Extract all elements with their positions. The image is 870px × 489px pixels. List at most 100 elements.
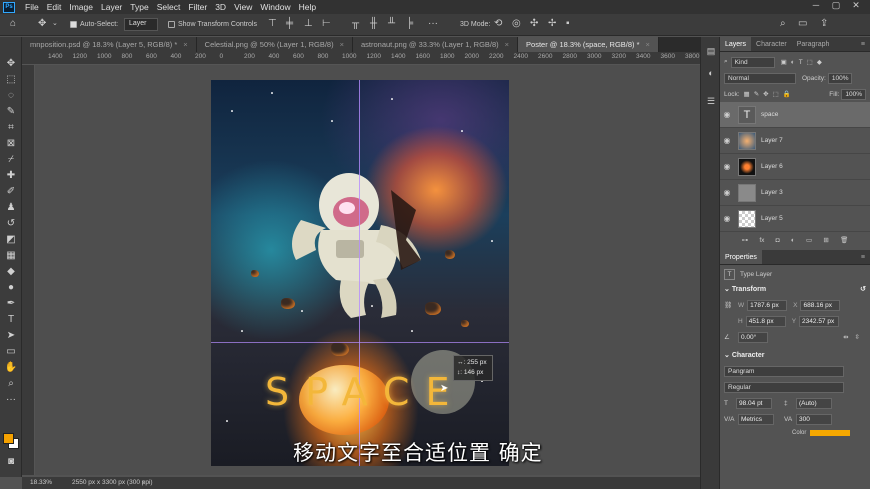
- eye-icon[interactable]: ◉: [720, 162, 734, 171]
- lasso-tool-icon[interactable]: ◌: [3, 89, 19, 103]
- chevron-down-icon[interactable]: ⌄: [52, 18, 58, 30]
- poster-document[interactable]: SPACE: [211, 80, 509, 466]
- hand-tool-icon[interactable]: ✋: [3, 361, 19, 375]
- x-field[interactable]: 688.16 px: [800, 299, 841, 311]
- layer-row-space[interactable]: ◉ T space: [720, 102, 870, 128]
- clone-stamp-tool-icon[interactable]: ♟: [3, 201, 19, 215]
- canvas-area[interactable]: SPACE ↔: 255 px ↕: 146 px ➤: [35, 65, 700, 475]
- layer-row-layer6[interactable]: ◉ Layer 6: [720, 154, 870, 180]
- blend-mode-dropdown[interactable]: Normal: [724, 72, 796, 84]
- home-icon[interactable]: ⌂: [10, 18, 16, 30]
- pen-tool-icon[interactable]: ✒: [3, 297, 19, 311]
- distribute-bottom-icon[interactable]: ╨: [388, 18, 395, 30]
- panel-menu-icon[interactable]: ≡: [856, 37, 870, 51]
- tracking-field[interactable]: 300: [796, 413, 832, 425]
- auto-select-dropdown[interactable]: Layer: [124, 18, 158, 31]
- eye-icon[interactable]: ◉: [720, 136, 734, 145]
- filter-icons[interactable]: ▣◐T⬚◆: [781, 58, 826, 66]
- tab-properties[interactable]: Properties: [720, 250, 762, 264]
- menu-image[interactable]: Image: [65, 2, 97, 12]
- tab-celestial[interactable]: Celestial.png @ 50% (Layer 1, RGB/8) ×: [196, 37, 353, 52]
- marquee-tool-icon[interactable]: ⬚: [3, 73, 19, 87]
- close-icon[interactable]: ✕: [846, 0, 866, 11]
- angle-field[interactable]: 0.00°: [738, 331, 768, 343]
- 3d-slide-icon[interactable]: ✢: [548, 18, 556, 30]
- path-selection-tool-icon[interactable]: ➤: [3, 329, 19, 343]
- align-middle-icon[interactable]: ╪: [286, 18, 293, 30]
- quick-select-tool-icon[interactable]: ✎: [3, 105, 19, 119]
- character-section-title[interactable]: ⌄ Character: [720, 349, 870, 363]
- distribute-left-icon[interactable]: ╞: [406, 18, 413, 30]
- kerning-field[interactable]: Metrics: [738, 413, 774, 425]
- flip-icons[interactable]: ⇹⇳: [843, 333, 866, 341]
- menu-view[interactable]: View: [230, 2, 256, 12]
- adjustments-icon[interactable]: ◐: [705, 67, 717, 79]
- crop-tool-icon[interactable]: ⌗: [3, 121, 19, 135]
- mask-icon[interactable]: ◘: [776, 237, 780, 244]
- space-text-layer[interactable]: SPACE: [265, 370, 465, 414]
- layer-row-layer5[interactable]: ◉ Layer 5: [720, 206, 870, 232]
- eyedropper-tool-icon[interactable]: ⌿: [3, 153, 19, 167]
- transform-section-title[interactable]: ⌄ Transform ↺: [720, 283, 870, 297]
- width-field[interactable]: 1787.6 px: [747, 299, 788, 311]
- height-field[interactable]: 451.8 px: [745, 315, 786, 327]
- tab-astronaut[interactable]: astronaut.png @ 33.3% (Layer 1, RGB/8) ×: [352, 37, 519, 52]
- leading-field[interactable]: (Auto): [796, 397, 832, 409]
- opacity-field[interactable]: 100%: [827, 72, 853, 84]
- tab-mnposition[interactable]: mnposition.psd @ 18.3% (Layer 5, RGB/8) …: [22, 37, 197, 52]
- menu-select[interactable]: Select: [153, 2, 185, 12]
- history-icon[interactable]: ▤: [705, 45, 717, 57]
- align-bottom-icon[interactable]: ⊥: [304, 18, 313, 30]
- layer-row-layer7[interactable]: ◉ Layer 7: [720, 128, 870, 154]
- maximize-icon[interactable]: ▢: [826, 0, 846, 11]
- tab-paragraph[interactable]: Paragraph: [792, 37, 835, 51]
- filter-kind-dropdown[interactable]: Kind: [730, 56, 775, 68]
- close-icon[interactable]: ×: [646, 40, 650, 49]
- 3d-scale-icon[interactable]: ▪: [566, 18, 570, 30]
- menu-3d[interactable]: 3D: [211, 2, 230, 12]
- zoom-tool-icon[interactable]: ⌕: [3, 377, 19, 391]
- text-color-swatch[interactable]: [810, 430, 851, 436]
- menu-type[interactable]: Type: [126, 2, 152, 12]
- tab-poster[interactable]: Poster @ 18.3% (space, RGB/8) * ×: [518, 37, 659, 52]
- font-size-field[interactable]: 98.04 pt: [736, 397, 772, 409]
- align-top-icon[interactable]: ⊤: [268, 18, 277, 30]
- type-tool-icon[interactable]: T: [3, 313, 19, 327]
- menu-file[interactable]: File: [21, 2, 43, 12]
- close-icon[interactable]: ×: [505, 40, 509, 49]
- history-brush-tool-icon[interactable]: ↺: [3, 217, 19, 231]
- adjustment-layer-icon[interactable]: ◐: [791, 237, 795, 244]
- close-icon[interactable]: ×: [183, 40, 187, 49]
- search-icon[interactable]: ⌕: [780, 18, 786, 30]
- quick-mask-icon[interactable]: ◙: [3, 455, 19, 469]
- lock-icons[interactable]: ▦✎✥⬚🔒: [744, 90, 795, 98]
- distribute-middle-icon[interactable]: ╫: [370, 18, 377, 30]
- reset-icon[interactable]: ↺: [860, 283, 866, 297]
- eraser-tool-icon[interactable]: ◩: [3, 233, 19, 247]
- move-tool-icon[interactable]: ✥: [3, 57, 19, 71]
- y-field[interactable]: 2342.57 px: [799, 315, 840, 327]
- menu-filter[interactable]: Filter: [184, 2, 211, 12]
- share-icon[interactable]: ⇪: [820, 18, 828, 30]
- 3d-pan-icon[interactable]: ✣: [530, 18, 538, 30]
- vertical-ruler[interactable]: [22, 65, 35, 475]
- rectangle-tool-icon[interactable]: ▭: [3, 345, 19, 359]
- more-options-icon[interactable]: ···: [428, 18, 438, 30]
- properties-icon[interactable]: ☰: [705, 95, 717, 107]
- 3d-roll-icon[interactable]: ◎: [512, 18, 521, 30]
- eye-icon[interactable]: ◉: [720, 188, 734, 197]
- group-icon[interactable]: ▭: [806, 236, 812, 244]
- eye-icon[interactable]: ◉: [720, 110, 734, 119]
- healing-brush-tool-icon[interactable]: ✚: [3, 169, 19, 183]
- chevron-right-icon[interactable]: ›: [142, 477, 144, 489]
- move-tool-icon[interactable]: ✥: [38, 18, 46, 30]
- blur-tool-icon[interactable]: ◆: [3, 265, 19, 279]
- link-layers-icon[interactable]: ⊶: [742, 236, 749, 244]
- auto-select-checkbox[interactable]: Auto-Select:: [70, 18, 118, 31]
- distribute-top-icon[interactable]: ╥: [352, 18, 359, 30]
- foreground-color-swatch[interactable]: [3, 433, 14, 444]
- menu-layer[interactable]: Layer: [97, 2, 126, 12]
- minimize-icon[interactable]: ─: [806, 0, 826, 11]
- align-left-icon[interactable]: ⊢: [322, 18, 331, 30]
- layer-row-layer3[interactable]: ◉ Layer 3: [720, 180, 870, 206]
